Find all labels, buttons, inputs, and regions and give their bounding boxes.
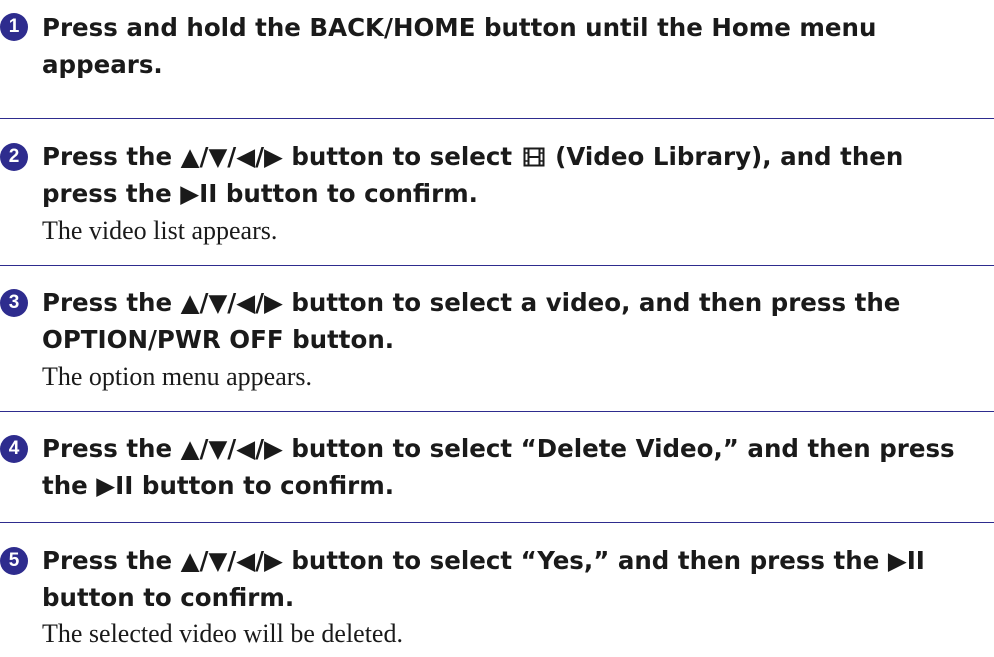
step-1-instruction-line-1: Press and hold the BACK/HOME button unti…	[42, 13, 877, 42]
instruction-page: 1 Press and hold the BACK/HOME button un…	[0, 0, 994, 657]
divider-2	[0, 265, 994, 266]
step-number-badge-4: 4	[0, 435, 28, 463]
step-1-instruction-line-2: appears.	[42, 50, 163, 79]
step-4-instruction-line-2: the ▶II button to confirm.	[42, 471, 395, 500]
step-number-badge-3: 3	[0, 289, 28, 317]
step-number-badge-2: 2	[0, 143, 28, 171]
step-number-badge-5: 5	[0, 547, 28, 575]
step-2-instruction-line-1: Press the ▲/▼/◀/▶ button to select (Vide…	[42, 138, 982, 178]
step-5-instruction-line-2: button to confirm.	[42, 583, 295, 612]
step-2-result-text: The video list appears.	[42, 216, 278, 245]
step-3-result-text: The option menu appears.	[42, 362, 313, 391]
video-library-icon	[523, 141, 545, 178]
step-2-instruction-line-2: press the ▶II button to confirm.	[42, 179, 478, 208]
step-number-badge-1: 1	[0, 13, 28, 41]
step-3-instruction-line-2: OPTION/PWR OFF button.	[42, 325, 395, 354]
step-3-instruction-line-1: Press the ▲/▼/◀/▶ button to select a vid…	[42, 288, 901, 317]
step-5-result-text: The selected video will be deleted.	[42, 619, 403, 648]
divider-4	[0, 522, 994, 523]
step-2-instruction-text-a: Press the ▲/▼/◀/▶ button to select	[42, 142, 521, 171]
divider-3	[0, 411, 994, 412]
step-4-instruction-line-1: Press the ▲/▼/◀/▶ button to select “Dele…	[42, 434, 955, 463]
step-5-instruction-line-1: Press the ▲/▼/◀/▶ button to select “Yes,…	[42, 546, 925, 575]
divider-1	[0, 118, 994, 119]
step-2-instruction-text-b: (Video Library), and then	[546, 142, 904, 171]
